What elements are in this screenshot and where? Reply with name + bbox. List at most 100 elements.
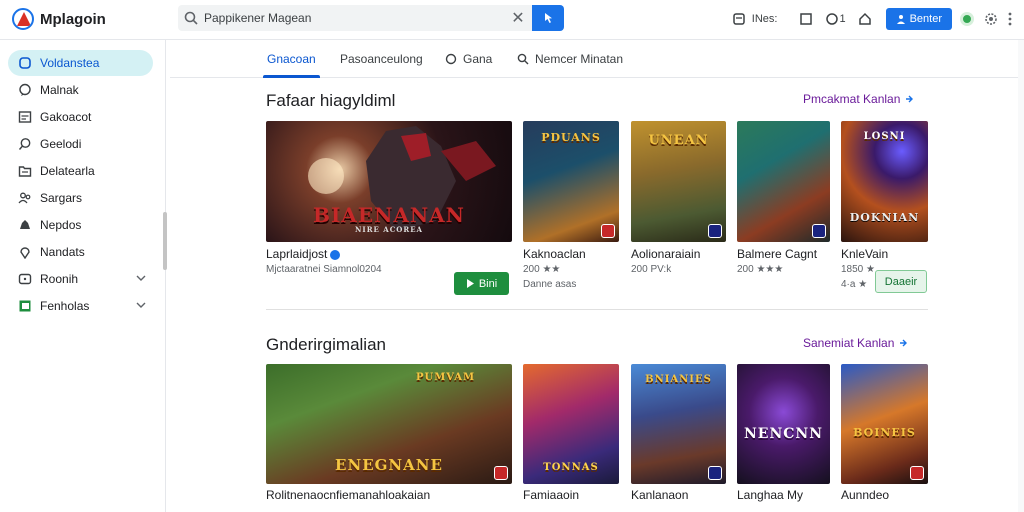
game-title[interactable]: Balmere Cagnt <box>737 247 817 261</box>
status-indicator <box>960 12 974 26</box>
game-art-title: ENEGNANE <box>335 456 443 474</box>
game-title[interactable]: Laprlaidjost <box>266 247 341 261</box>
sidebar-item-places[interactable]: Nandats <box>8 239 153 265</box>
tab-bar: Gnacoan Pasoanceulong Gana Nemcer Minata… <box>170 40 1024 78</box>
play-button[interactable]: Bini <box>454 272 509 295</box>
sidebar-item-calendar[interactable]: Gakoacot <box>8 104 153 130</box>
game-card-image[interactable]: BOINEIS <box>841 364 928 484</box>
game-title[interactable]: Langhaa My <box>737 488 803 502</box>
game-title[interactable]: Aunndeo <box>841 488 889 502</box>
chat-icon <box>19 83 31 96</box>
chat-icon <box>826 13 839 25</box>
game-card-image[interactable]: PDUANS <box>523 121 619 242</box>
game-art-title: TONNAS <box>543 462 599 473</box>
arrow-right-icon <box>906 95 914 103</box>
window-button[interactable] <box>799 12 813 26</box>
sidebar-item-label: Gakoacot <box>40 110 92 124</box>
signin-button[interactable]: Benter <box>885 8 952 30</box>
play-icon <box>466 279 474 288</box>
game-card-image[interactable] <box>737 121 830 242</box>
search-icon <box>517 53 529 65</box>
see-more-link[interactable]: Pmcakmat Kanlan <box>803 92 914 106</box>
sidebar-scrollbar[interactable] <box>163 212 167 270</box>
game-card-image[interactable]: PUMVAM ENEGNANE <box>266 364 512 484</box>
pin-icon <box>20 247 30 259</box>
game-art-title: PDUANS <box>541 131 601 144</box>
game-title[interactable]: Famiaaoin <box>523 488 579 502</box>
game-card-image[interactable]: BNIANIES <box>631 364 726 484</box>
sidebar-item-label: Roonih <box>40 272 79 286</box>
game-card-image[interactable]: LOSNI DOKNIAN <box>841 121 928 242</box>
sidebar-item-messages[interactable]: Malnak <box>8 77 153 103</box>
search-input[interactable] <box>204 11 504 25</box>
sidebar-item-label: Nepdos <box>40 218 82 232</box>
calendar-icon <box>18 111 32 123</box>
chevron-down-icon[interactable] <box>135 272 147 284</box>
sidebar-item-people[interactable]: Sargars <box>8 185 153 211</box>
sidebar-item-cloud[interactable]: Nepdos <box>8 212 153 238</box>
game-meta: Danne asas <box>523 279 577 290</box>
game-art-title: NENCNN <box>743 426 823 442</box>
rating-badge-icon <box>708 466 722 480</box>
search-submit-button[interactable] <box>532 5 564 31</box>
game-rating: 200 ★★★ <box>737 264 784 275</box>
game-card-image[interactable]: UNEAN <box>631 121 726 242</box>
game-meta: Mjctaaratnei Siamnol0204 <box>266 264 382 275</box>
app-logo[interactable]: Mplagoin <box>12 6 106 32</box>
clear-search-icon[interactable]: ✕ <box>504 5 532 31</box>
storage-button[interactable] <box>732 12 746 26</box>
people-icon <box>18 192 31 204</box>
arrow-right-icon <box>900 339 908 347</box>
game-art-subtitle: NIRE ACOREA <box>355 225 423 234</box>
green-book-icon <box>19 300 31 312</box>
sidebar-item-search[interactable]: Geelodi <box>8 131 153 157</box>
sidebar-item-library[interactable]: Delatearla <box>8 158 153 184</box>
play-button-label: Bini <box>478 277 498 290</box>
tab-games[interactable]: Gnacoan <box>263 40 320 78</box>
game-title[interactable]: Kanlanaon <box>631 488 688 502</box>
notification-count: 1 <box>839 13 846 25</box>
game-title[interactable]: Rolitnenaocnfiemanahloakaian <box>266 488 430 502</box>
game-art-title: BNIANIES <box>645 374 712 385</box>
circle-icon <box>445 53 457 65</box>
sidebar-item-books[interactable]: Fenholas <box>8 293 153 319</box>
more-button[interactable] <box>1008 12 1012 26</box>
user-icon <box>896 15 905 24</box>
see-more-link[interactable]: Sanemiat Kanlan <box>803 336 908 350</box>
share-icon <box>858 12 871 25</box>
settings-button[interactable] <box>984 12 998 26</box>
tab-gana[interactable]: Gana <box>445 40 492 78</box>
rating-badge-icon <box>910 466 924 480</box>
sidebar-item-groups[interactable]: Roonih <box>8 266 153 292</box>
logo-icon <box>12 8 34 30</box>
notifications-button[interactable]: 1 <box>825 12 846 26</box>
game-art-subtitle: LOSNI <box>863 131 906 142</box>
section-divider <box>266 309 928 310</box>
main-scrollbar[interactable] <box>1018 40 1024 512</box>
game-rating: 200 PV:k <box>631 264 672 275</box>
game-title[interactable]: Aolionaraiain <box>631 247 700 261</box>
tab-label: Nemcer Minatan <box>535 52 624 66</box>
game-title[interactable]: KnleVain <box>841 247 888 261</box>
game-art-title: DOKNIAN <box>849 211 920 224</box>
window-icon <box>800 13 813 25</box>
game-card-image[interactable]: NENCNN <box>737 364 830 484</box>
sidebar-item-label: Sargars <box>40 191 83 205</box>
sidebar-item-label: Fenholas <box>40 299 90 313</box>
box-icon <box>18 273 32 285</box>
sidebar-item-home[interactable]: Voldanstea <box>8 50 153 76</box>
verified-icon <box>330 249 341 260</box>
game-card-image[interactable]: BIAENANAN NIRE ACOREA <box>266 121 512 242</box>
share-button[interactable] <box>858 12 872 26</box>
cloud-icon <box>20 220 30 229</box>
tab-search-more[interactable]: Nemcer Minatan <box>517 40 623 78</box>
tab-personalized[interactable]: Pasoanceulong <box>340 40 423 78</box>
chevron-down-icon[interactable] <box>135 299 147 311</box>
storage-icon <box>733 13 745 25</box>
game-title[interactable]: Kaknoaclan <box>523 247 586 261</box>
sidebar-item-label: Nandats <box>40 245 85 259</box>
install-button[interactable]: Daaeir <box>875 270 927 293</box>
app-window: Mplagoin ✕ INes: 1 Benter <box>0 0 1024 512</box>
header-actions: INes: 1 Benter <box>732 6 1012 32</box>
game-card-image[interactable]: TONNAS <box>523 364 619 484</box>
